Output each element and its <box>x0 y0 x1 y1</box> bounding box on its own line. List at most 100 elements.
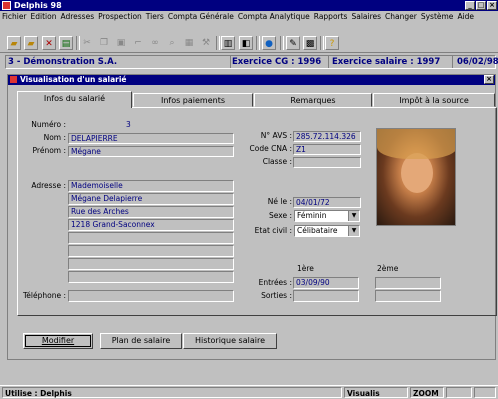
prenom-field[interactable]: Mégane <box>68 146 234 157</box>
sexe-select[interactable]: Féminin ▼ <box>294 210 360 222</box>
table-icon[interactable]: ▦ <box>182 36 196 50</box>
toolbar: ▰ ▰ ✕ ▤ ✂ ❐ ▣ ⌐ ∞ ⌕ ▦ ⚒ ▥ ◧ ● ✎ ▩ ? <box>0 24 498 53</box>
photo-face <box>401 153 433 193</box>
etat-civil-label: Etat civil : <box>254 226 292 235</box>
app-title: Delphis 98 <box>14 1 62 10</box>
paste-icon[interactable]: ▤ <box>59 36 73 50</box>
info-bar: 3 - Démonstration S.A. Exercice CG : 199… <box>5 55 498 69</box>
sorties-1-field[interactable] <box>293 290 359 302</box>
calculator-icon[interactable]: ▥ <box>221 36 235 50</box>
edit-icon[interactable]: ✎ <box>286 36 300 50</box>
menu-adresses[interactable]: Adresses <box>58 11 96 23</box>
adresse-line-6[interactable] <box>68 245 234 257</box>
folder-icon[interactable]: ▰ <box>24 36 38 50</box>
exercice-salaire: Exercice salaire : 1997 <box>332 56 453 68</box>
entrees-1-field[interactable]: 03/09/90 <box>293 277 359 289</box>
status-user: Utilise : Delphis <box>2 387 342 398</box>
find-icon[interactable]: ⌕ <box>165 36 179 50</box>
cna-label: Code CNA : <box>249 144 292 153</box>
maximize-button[interactable]: □ <box>476 1 486 10</box>
numero-label: Numéro : <box>31 120 66 129</box>
status-mode: Visualis <box>344 387 408 398</box>
menu-edition[interactable]: Edition <box>29 11 59 23</box>
nom-label: Nom : <box>43 133 66 142</box>
close-button[interactable]: × <box>487 1 497 10</box>
classe-label: Classe : <box>262 157 292 166</box>
page-icon[interactable]: ⌐ <box>131 36 145 50</box>
historique-salaire-button[interactable]: Historique salaire <box>183 333 277 349</box>
ne-le-label: Né le : <box>267 197 292 206</box>
current-date: 06/02/98 <box>457 57 498 67</box>
col-1ere-label: 1ère <box>297 264 314 273</box>
menu-changer[interactable]: Changer <box>383 11 419 23</box>
chevron-down-icon[interactable]: ▼ <box>348 211 359 221</box>
sorties-label: Sorties : <box>261 291 292 300</box>
help-icon[interactable]: ? <box>325 36 339 50</box>
classe-field[interactable] <box>293 157 361 168</box>
clipboard-icon[interactable]: ▣ <box>114 36 128 50</box>
entrees-label: Entrées : <box>258 278 292 287</box>
print-preview-icon[interactable]: ◧ <box>239 36 253 50</box>
cna-field[interactable]: Z1 <box>293 144 361 155</box>
print-icon[interactable]: ▩ <box>303 36 317 50</box>
tab-infos-paiements[interactable]: Infos paiements <box>133 93 253 107</box>
adresse-line-5[interactable] <box>68 232 234 244</box>
entrees-2-field[interactable] <box>375 277 441 289</box>
menu-tiers[interactable]: Tiers <box>144 11 166 23</box>
plan-salaire-button[interactable]: Plan de salaire <box>100 333 182 349</box>
adresse-line-8[interactable] <box>68 271 234 283</box>
ne-le-field[interactable]: 04/01/72 <box>293 197 361 208</box>
cut-icon[interactable]: ✕ <box>42 36 56 50</box>
window-close-button[interactable]: × <box>484 75 494 84</box>
prenom-label: Prénom : <box>32 146 66 155</box>
etat-civil-select[interactable]: Célibataire ▼ <box>294 225 360 237</box>
menu-systeme[interactable]: Système <box>419 11 456 23</box>
binoculars-icon[interactable]: ∞ <box>148 36 162 50</box>
window-icon <box>10 76 17 83</box>
modifier-button[interactable]: Modifier <box>23 333 93 349</box>
company-name: 3 - Démonstration S.A. <box>8 56 231 68</box>
window-title: Visualisation d'un salarié <box>20 75 127 84</box>
status-bar: Utilise : Delphis Visualis ZOOM <box>0 385 498 399</box>
adresse-line-7[interactable] <box>68 258 234 270</box>
menu-compta-analytique[interactable]: Compta Analytique <box>236 11 312 23</box>
open-folder-icon[interactable]: ▰ <box>7 36 21 50</box>
tab-infos-salarie[interactable]: Infos du salarié <box>17 91 132 108</box>
etat-civil-value: Célibataire <box>297 226 338 235</box>
menu-rapports[interactable]: Rapports <box>312 11 350 23</box>
chevron-down-icon[interactable]: ▼ <box>348 226 359 236</box>
tab-impot-source[interactable]: Impôt à la source <box>373 93 495 107</box>
status-extra-1 <box>446 387 472 398</box>
globe-icon[interactable]: ● <box>262 36 276 50</box>
employee-window-titlebar: Visualisation d'un salarié × <box>8 75 495 85</box>
col-2eme-label: 2ème <box>377 264 399 273</box>
menu-salaires[interactable]: Salaires <box>349 11 383 23</box>
employee-photo <box>376 128 456 226</box>
avs-field[interactable]: 285.72.114.326 <box>293 131 361 142</box>
nom-field[interactable]: DELAPIERRE <box>68 133 234 144</box>
adresse-label: Adresse : <box>31 181 66 190</box>
adresse-line-2[interactable]: Mégane Delapierre <box>68 193 234 205</box>
photo-hair <box>377 129 455 159</box>
wrench-icon[interactable]: ⚒ <box>199 36 213 50</box>
sorties-2-field[interactable] <box>375 290 441 302</box>
exercice-cg: Exercice CG : 1996 <box>232 56 329 68</box>
adresse-line-3[interactable]: Rue des Arches <box>68 206 234 218</box>
menu-aide[interactable]: Aide <box>455 11 476 23</box>
menu-compta-generale[interactable]: Compta Générale <box>166 11 236 23</box>
app-titlebar: Delphis 98 _ □ × <box>0 0 498 11</box>
tab-remarques[interactable]: Remarques <box>254 93 372 107</box>
adresse-line-4[interactable]: 1218 Grand-Saconnex <box>68 219 234 231</box>
copy-icon[interactable]: ❐ <box>97 36 111 50</box>
scissors-icon[interactable]: ✂ <box>80 36 94 50</box>
avs-label: N° AVS : <box>260 131 292 140</box>
menu-fichier[interactable]: Fichier <box>0 11 29 23</box>
status-extra-2 <box>474 387 496 398</box>
minimize-button[interactable]: _ <box>465 1 475 10</box>
menu-bar: Fichier Edition Adresses Prospection Tiers Co… <box>0 11 498 23</box>
telephone-label: Téléphone : <box>22 291 66 300</box>
menu-prospection[interactable]: Prospection <box>96 11 144 23</box>
numero-value: 3 <box>126 120 131 129</box>
adresse-line-1[interactable]: Mademoiselle <box>68 180 234 192</box>
telephone-field[interactable] <box>68 290 234 302</box>
